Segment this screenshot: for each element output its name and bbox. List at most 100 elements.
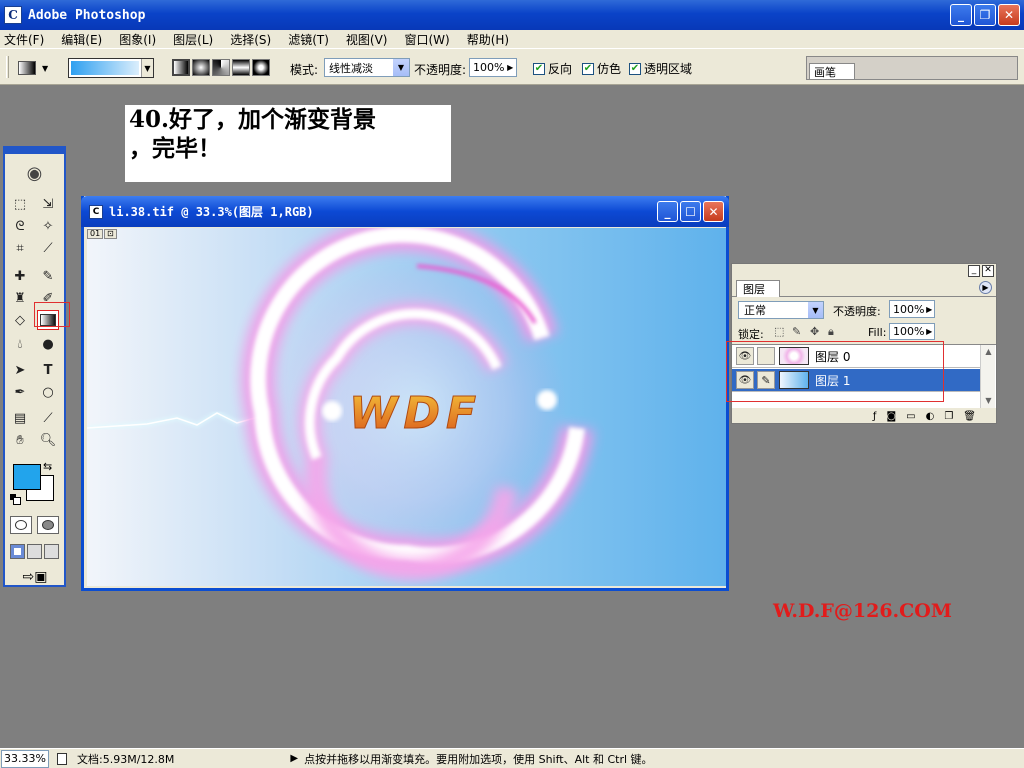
doc-maximize-button[interactable]: ☐ (680, 201, 701, 222)
layers-scrollbar[interactable]: ▲ ▼ (980, 345, 995, 408)
zoom-tool-icon[interactable]: 🔍︎ (37, 430, 59, 450)
move-tool-icon[interactable]: ⇲ (37, 194, 59, 214)
linear-gradient-button[interactable] (172, 59, 190, 76)
layer-opacity-field[interactable]: 100% ▶ (889, 300, 935, 318)
menu-image[interactable]: 图象(I) (119, 31, 156, 48)
menu-file[interactable]: 文件(F) (4, 31, 44, 48)
magic-wand-tool-icon[interactable]: ✧ (37, 216, 59, 236)
lock-image-icon[interactable]: ✎ (792, 326, 804, 338)
document-icon[interactable]: C (89, 204, 103, 219)
gradient-picker[interactable]: ▼ (68, 58, 154, 78)
chevron-right-icon[interactable]: ▶ (924, 327, 934, 336)
minimize-button[interactable]: _ (950, 4, 972, 26)
layers-tab[interactable]: 图层 (736, 280, 780, 297)
adjustment-layer-icon[interactable]: ◐ (926, 411, 935, 422)
chevron-right-icon[interactable]: ▶ (924, 305, 934, 314)
transparency-label: 透明区域 (644, 62, 693, 76)
menu-edit[interactable]: 编辑(E) (61, 31, 102, 48)
menu-window[interactable]: 窗口(W) (404, 31, 449, 48)
slice-tool-icon[interactable]: ⟋ (37, 238, 59, 258)
restore-button[interactable]: ❐ (974, 4, 996, 26)
document-info[interactable]: 文档:5.93M/12.8M (77, 751, 174, 767)
document-info-icon[interactable] (57, 752, 67, 765)
menu-help[interactable]: 帮助(H) (467, 31, 509, 48)
foreground-color-swatch[interactable] (13, 464, 41, 490)
scroll-up-icon[interactable]: ▲ (981, 345, 996, 359)
lock-transparency-icon[interactable]: ⬚ (774, 326, 786, 338)
zoom-field[interactable]: 33.33% (1, 749, 49, 768)
chevron-right-icon[interactable]: ▶ (504, 63, 516, 72)
image-canvas[interactable]: WDF (87, 228, 726, 586)
scroll-down-icon[interactable]: ▼ (981, 394, 996, 408)
close-button[interactable]: ✕ (998, 4, 1020, 26)
lock-position-icon[interactable]: ✥ (810, 326, 822, 338)
reflected-gradient-button[interactable] (232, 59, 250, 76)
highlight-box (34, 302, 70, 327)
standard-screen-button[interactable] (10, 544, 25, 559)
panel-close-button[interactable]: ✕ (982, 265, 994, 277)
options-grip[interactable] (6, 56, 9, 78)
menu-layer[interactable]: 图层(L) (173, 31, 213, 48)
dither-checkbox[interactable]: ✔ 仿色 (582, 60, 621, 77)
eyedropper-tool-icon[interactable]: ⟋ (37, 408, 59, 428)
new-group-icon[interactable]: ▭ (906, 411, 915, 422)
panel-minimize-button[interactable]: _ (968, 265, 980, 277)
caption-line-2: ，完毕！ (129, 135, 221, 162)
standard-mode-icon (15, 520, 27, 530)
quick-mask-button[interactable] (37, 516, 59, 534)
angle-gradient-button[interactable] (212, 59, 230, 76)
blur-tool-icon[interactable]: 💧︎ (9, 334, 31, 354)
tool-preset-picker[interactable]: ▼ (18, 59, 56, 77)
blend-mode-select[interactable]: 正常 ▼ (738, 301, 824, 319)
add-mask-icon[interactable]: ◙ (886, 411, 896, 422)
photoshop-app-icon[interactable]: C (4, 6, 22, 24)
layer-style-icon[interactable]: ƒ (873, 411, 877, 422)
default-colors-icon[interactable] (10, 494, 21, 505)
photoshop-eye-logo[interactable]: ◉ (7, 160, 62, 186)
diamond-gradient-button[interactable] (252, 59, 270, 76)
full-screen-menu-button[interactable] (27, 544, 42, 559)
reverse-checkbox[interactable]: ✔ 反向 (533, 60, 572, 77)
radial-gradient-button[interactable] (192, 59, 210, 76)
clone-stamp-tool-icon[interactable]: ♜ (9, 288, 31, 308)
transparency-checkbox[interactable]: ✔ 透明区域 (629, 60, 692, 77)
highlight-box (726, 341, 944, 402)
shape-tool-icon[interactable]: ○ (37, 382, 59, 402)
doc-minimize-button[interactable]: _ (657, 201, 678, 222)
swap-colors-icon[interactable]: ⇆ (43, 460, 52, 473)
layers-panel-header[interactable]: _ ✕ (732, 264, 996, 278)
brush-tool-icon[interactable]: ✎ (37, 266, 59, 286)
chevron-down-icon[interactable]: ▼ (808, 302, 823, 318)
notes-tool-icon[interactable]: ▤ (9, 408, 31, 428)
mode-select[interactable]: 线性减淡 ▼ (324, 58, 410, 77)
chevron-down-icon[interactable]: ▼ (393, 59, 409, 76)
pen-tool-icon[interactable]: ✒ (9, 382, 31, 402)
eraser-tool-icon[interactable]: ◇ (9, 310, 31, 330)
brushes-tab[interactable]: 画笔 (809, 63, 855, 79)
fill-field[interactable]: 100% ▶ (889, 323, 935, 340)
jump-to-imageready-icon[interactable]: ⇨▣ (13, 568, 57, 586)
lasso-tool-icon[interactable]: ᘓ (9, 216, 31, 236)
hand-tool-icon[interactable]: ✋︎ (9, 430, 31, 450)
window-controls: _ ❐ ✕ (950, 4, 1020, 26)
menu-view[interactable]: 视图(V) (346, 31, 388, 48)
crop-tool-icon[interactable]: ⌗ (9, 238, 31, 258)
document-titlebar[interactable]: C li.38.tif @ 33.3%(图层 1,RGB) _ ☐ ✕ (81, 196, 729, 227)
opacity-field[interactable]: 100% ▶ (469, 58, 517, 77)
standard-mode-button[interactable] (10, 516, 32, 534)
trash-icon[interactable]: 🗑︎ (963, 411, 976, 422)
new-layer-icon[interactable]: ❐ (944, 411, 953, 422)
full-screen-button[interactable] (44, 544, 59, 559)
doc-close-button[interactable]: ✕ (703, 201, 724, 222)
type-tool-icon[interactable]: T (37, 360, 59, 380)
play-arrow-icon[interactable]: ▶ (290, 753, 298, 764)
path-selection-tool-icon[interactable]: ➤ (9, 360, 31, 380)
healing-brush-tool-icon[interactable]: ✚ (9, 266, 31, 286)
menu-select[interactable]: 选择(S) (230, 31, 271, 48)
menu-filter[interactable]: 滤镜(T) (288, 31, 329, 48)
panel-menu-icon[interactable]: ▶ (979, 281, 992, 294)
dodge-tool-icon[interactable]: ● (37, 334, 59, 354)
chevron-down-icon[interactable]: ▼ (141, 59, 153, 77)
marquee-tool-icon[interactable]: ⬚ (9, 194, 31, 214)
lock-all-icon[interactable]: 🔒︎ (828, 326, 840, 338)
